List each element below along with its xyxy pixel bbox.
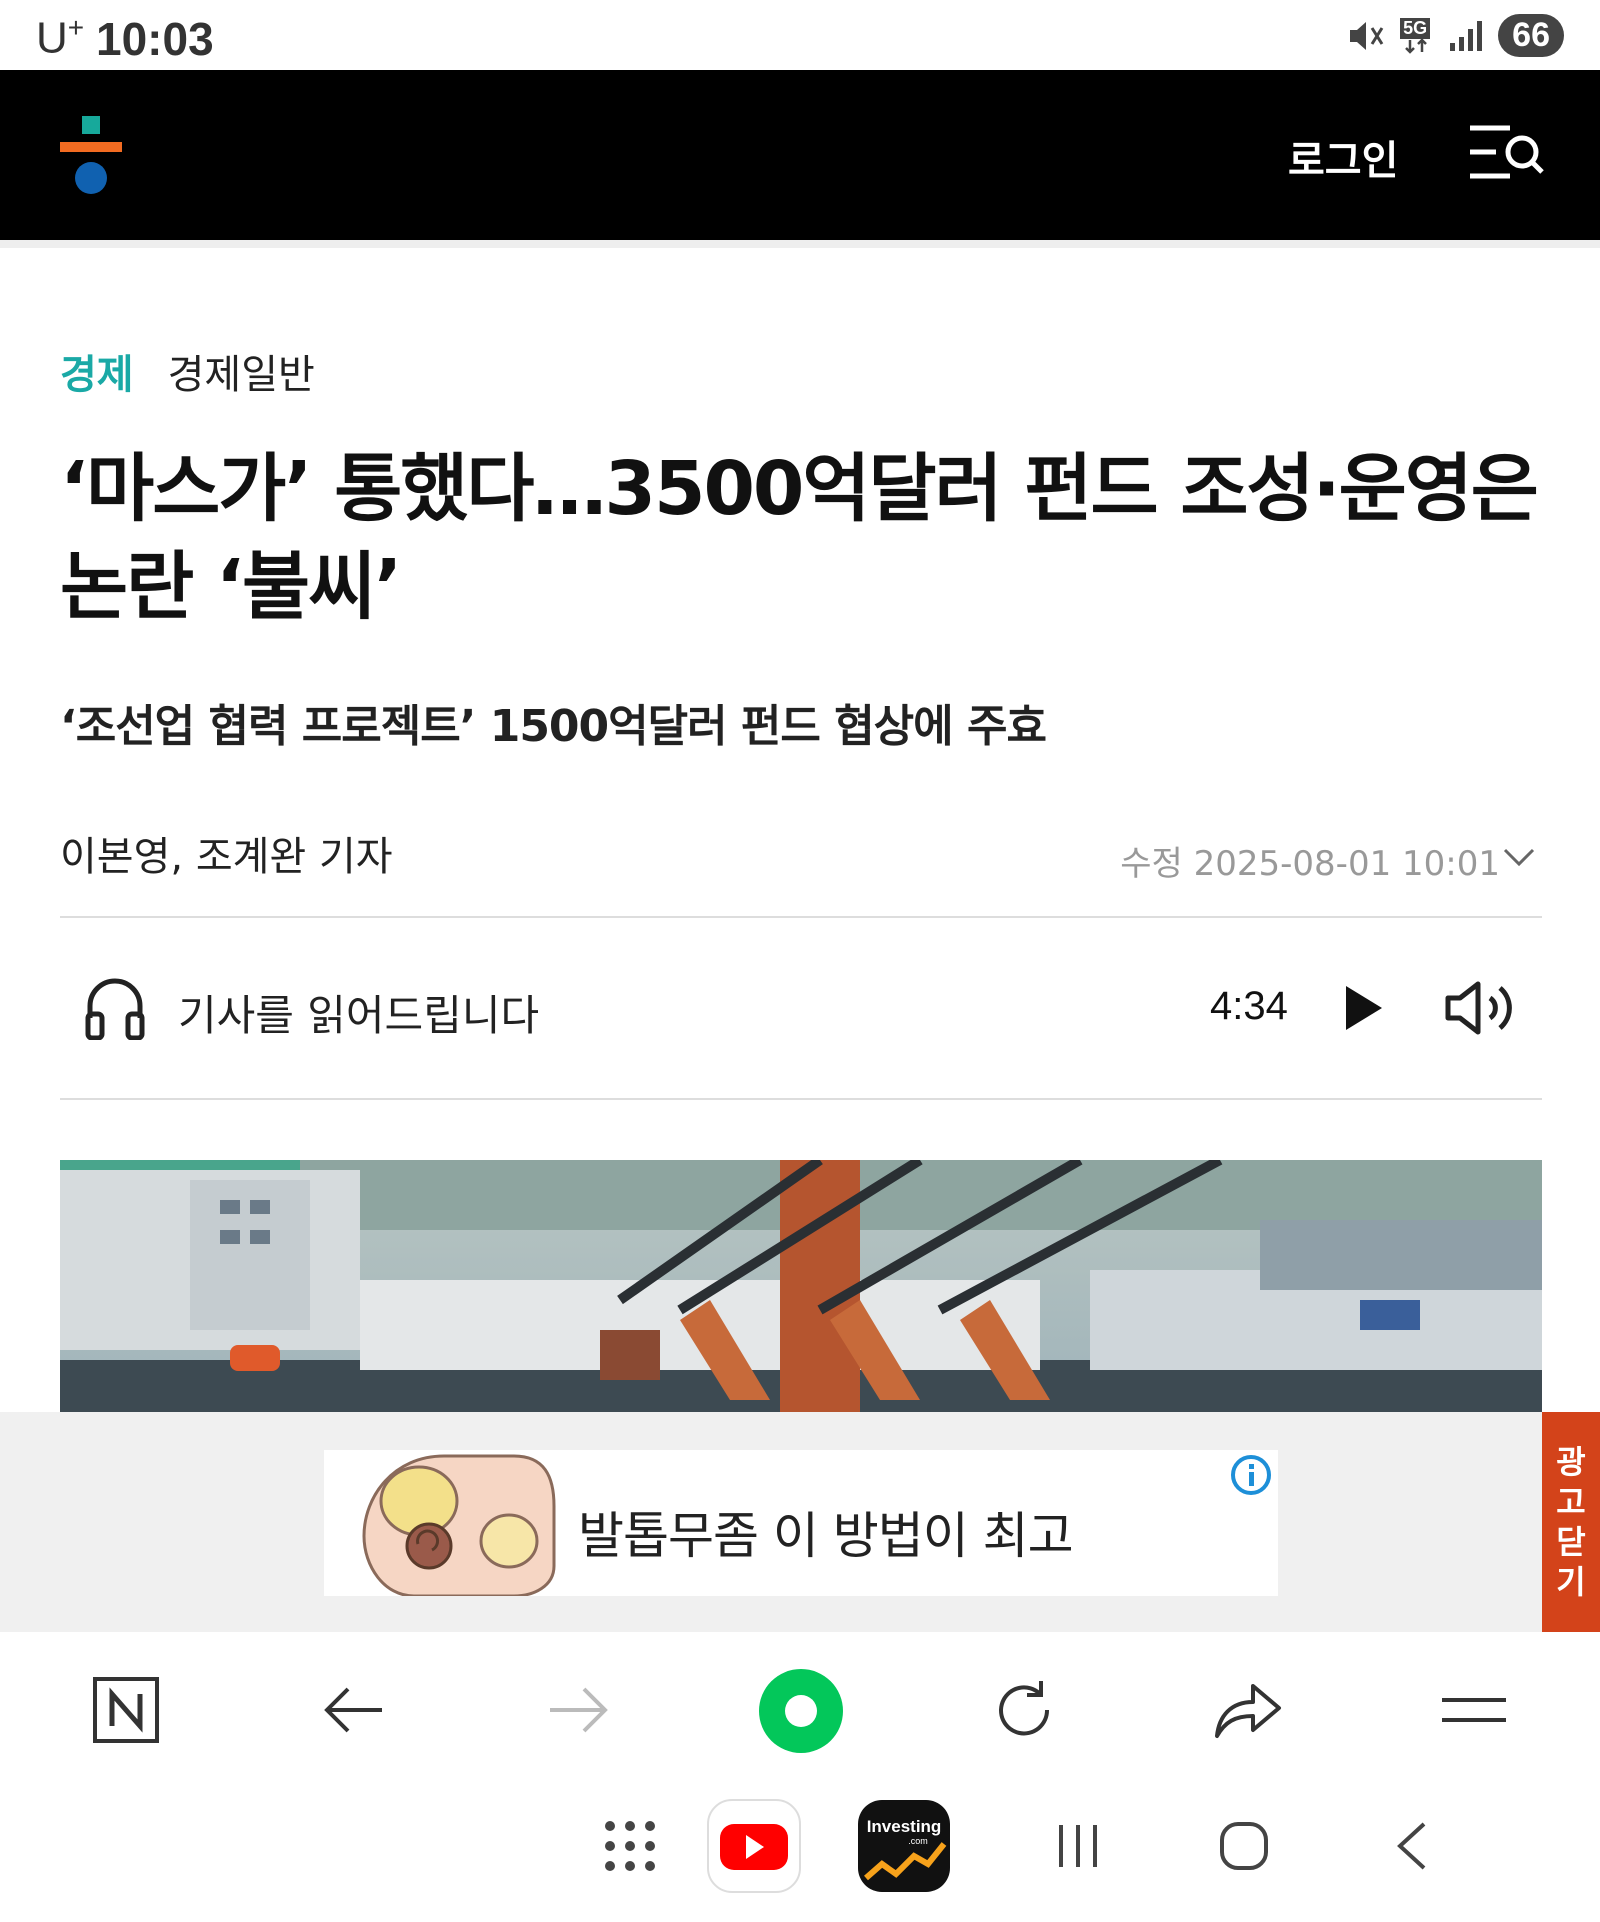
audio-duration: 4:34 bbox=[1210, 984, 1288, 1028]
signal-icon bbox=[1450, 20, 1483, 51]
ad-illustration[interactable] bbox=[354, 1446, 564, 1596]
reload-button[interactable] bbox=[984, 1670, 1064, 1750]
recents-icon bbox=[1059, 1825, 1097, 1867]
menu-search-icon[interactable] bbox=[1468, 122, 1544, 182]
green-dot-icon bbox=[759, 1669, 843, 1753]
svg-text:.com: .com bbox=[908, 1836, 928, 1846]
battery-indicator: 66 bbox=[1498, 14, 1564, 57]
byline[interactable]: 이본영, 조계완 기자 bbox=[60, 824, 393, 882]
menu-button[interactable] bbox=[1434, 1670, 1514, 1750]
youtube-icon bbox=[707, 1799, 801, 1893]
ad-info-icon[interactable] bbox=[1228, 1452, 1274, 1498]
grid-dots-icon bbox=[605, 1821, 655, 1871]
ad-text[interactable]: 발톱무좀 이 방법이 최고 bbox=[578, 1496, 1074, 1568]
svg-text:Investing: Investing bbox=[867, 1817, 942, 1836]
volume-icon[interactable] bbox=[1444, 980, 1518, 1036]
header-divider bbox=[0, 240, 1600, 248]
article-headline: ‘마스가’ 통했다…3500억달러 펀드 조성·운영은 논란 ‘불씨’ bbox=[60, 440, 1550, 636]
system-back-button[interactable] bbox=[1364, 1798, 1460, 1894]
home-icon bbox=[1220, 1822, 1268, 1870]
headline-line-1: ‘마스가’ 통했다…3500억달러 펀드 조성·운영은 bbox=[60, 446, 1539, 532]
chevron-left-icon bbox=[1397, 1822, 1426, 1870]
audio-label: 기사를 읽어드립니다 bbox=[178, 991, 540, 1040]
article-date[interactable]: 수정 2025-08-01 10:01 bbox=[1120, 836, 1500, 885]
recents-button[interactable] bbox=[1030, 1798, 1126, 1894]
naver-home-button[interactable] bbox=[86, 1670, 166, 1750]
system-nav-bar: Investing .com bbox=[0, 1782, 1600, 1922]
share-button[interactable] bbox=[1208, 1670, 1288, 1750]
category-sub-link[interactable]: 경제일반 bbox=[168, 352, 315, 398]
investing-app-button[interactable]: Investing .com bbox=[856, 1798, 952, 1894]
hamburger-icon bbox=[1442, 1698, 1506, 1722]
youtube-app-button[interactable] bbox=[706, 1798, 802, 1894]
app-drawer-button[interactable] bbox=[582, 1798, 678, 1894]
status-icons: 5G 66 bbox=[1346, 14, 1564, 57]
breadcrumb: 경제 경제일반 bbox=[60, 342, 315, 400]
forward-button[interactable] bbox=[538, 1670, 618, 1750]
headphones-icon bbox=[85, 978, 145, 1040]
headline-line-2: 논란 ‘불씨’ bbox=[60, 544, 402, 630]
divider bbox=[60, 1098, 1542, 1100]
ad-close-button[interactable]: 광 고 닫 기 bbox=[1542, 1412, 1600, 1632]
hani-logo-icon[interactable] bbox=[60, 116, 122, 196]
network-5g-icon: 5G bbox=[1400, 17, 1434, 54]
chevron-down-icon[interactable] bbox=[1502, 846, 1536, 870]
site-header: 로그인 bbox=[0, 70, 1600, 240]
article-subheadline: ‘조선업 협력 프로젝트’ 1500억달러 펀드 협상에 주효 bbox=[60, 701, 1047, 752]
arrow-right-icon bbox=[550, 1687, 608, 1733]
naver-n-icon bbox=[93, 1677, 159, 1743]
status-bar: U+ 10:03 5G 66 bbox=[0, 0, 1600, 70]
refresh-icon bbox=[999, 1681, 1050, 1736]
home-button[interactable] bbox=[1196, 1798, 1292, 1894]
carrier-label: U+ bbox=[36, 12, 85, 63]
share-arrow-icon bbox=[1215, 1684, 1281, 1738]
back-button[interactable] bbox=[314, 1670, 394, 1750]
mute-icon bbox=[1350, 21, 1384, 50]
divider bbox=[60, 916, 1542, 918]
category-main-link[interactable]: 경제 bbox=[60, 352, 134, 398]
login-button[interactable]: 로그인 bbox=[1288, 128, 1398, 186]
browser-toolbar bbox=[0, 1632, 1600, 1782]
play-icon[interactable] bbox=[1344, 984, 1384, 1032]
arrow-left-icon bbox=[324, 1687, 382, 1733]
naver-green-button[interactable] bbox=[756, 1666, 846, 1756]
clock: 10:03 bbox=[96, 13, 214, 65]
investing-icon: Investing .com bbox=[858, 1800, 950, 1892]
article-photo[interactable] bbox=[60, 1160, 1542, 1412]
